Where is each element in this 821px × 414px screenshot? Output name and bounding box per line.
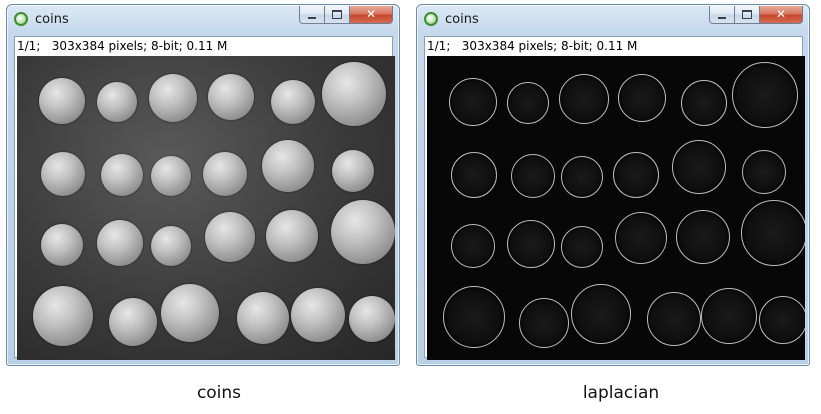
coin	[237, 292, 289, 344]
coin	[205, 212, 255, 262]
coin	[322, 62, 386, 126]
coin	[741, 200, 805, 266]
coin	[443, 286, 505, 348]
coin	[618, 74, 666, 122]
window-controls: ✕	[709, 6, 803, 26]
coin	[203, 152, 247, 196]
coin	[559, 74, 609, 124]
coin	[511, 154, 555, 198]
title-bar[interactable]: coins ✕	[417, 5, 809, 35]
coin	[676, 210, 730, 264]
coin	[561, 156, 603, 198]
coin	[672, 140, 726, 194]
window-laplacian[interactable]: coins ✕ 1/1; 303x384 pixels; 8-bit; 0.11…	[416, 4, 810, 366]
laplacian-image[interactable]	[427, 56, 805, 360]
window-coins[interactable]: coins ✕ 1/1; 303x384 pixels; 8-bit; 0.11…	[6, 4, 400, 366]
coin	[349, 296, 395, 342]
minimize-button[interactable]	[299, 6, 325, 24]
title-bar[interactable]: coins ✕	[7, 5, 399, 35]
coin	[451, 224, 495, 268]
maximize-icon	[332, 10, 342, 19]
coin	[41, 152, 85, 196]
coin	[109, 298, 157, 346]
coin	[701, 288, 757, 344]
close-button[interactable]: ✕	[759, 6, 803, 24]
image-panel: 1/1; 303x384 pixels; 8-bit; 0.11 M	[14, 36, 395, 360]
coin	[161, 284, 219, 342]
coin	[291, 288, 345, 342]
coin	[39, 78, 85, 124]
coin	[262, 140, 314, 192]
caption-laplacian: laplacian	[582, 383, 660, 403]
coin	[266, 210, 318, 262]
window-title: coins	[445, 12, 479, 27]
coin	[151, 226, 191, 266]
close-icon: ✕	[775, 7, 787, 21]
coin	[647, 292, 701, 346]
image-info: 1/1; 303x384 pixels; 8-bit; 0.11 M	[427, 39, 638, 53]
coin	[97, 220, 143, 266]
coin	[149, 74, 197, 122]
maximize-icon	[742, 10, 752, 19]
image-info: 1/1; 303x384 pixels; 8-bit; 0.11 M	[17, 39, 228, 53]
coin	[449, 78, 497, 126]
coin	[732, 62, 798, 128]
coin	[759, 296, 805, 344]
minimize-icon	[308, 16, 316, 19]
coins-image[interactable]	[17, 56, 395, 360]
coin	[451, 152, 497, 198]
coin	[615, 212, 667, 264]
app-icon	[14, 12, 28, 26]
coin	[151, 156, 191, 196]
window-controls: ✕	[299, 6, 393, 26]
coin	[613, 152, 659, 198]
minimize-icon	[718, 16, 726, 19]
coin	[742, 150, 786, 194]
coin	[97, 82, 137, 122]
close-button[interactable]: ✕	[349, 6, 393, 24]
coin	[271, 80, 315, 124]
coin	[33, 286, 93, 346]
app-icon	[424, 12, 438, 26]
minimize-button[interactable]	[709, 6, 735, 24]
coin	[331, 200, 395, 264]
maximize-button[interactable]	[324, 6, 350, 24]
coin	[561, 226, 603, 268]
coin	[332, 150, 374, 192]
coin	[101, 154, 143, 196]
close-icon: ✕	[365, 7, 377, 21]
caption-coins: coins	[196, 383, 242, 403]
coin	[507, 82, 549, 124]
image-panel: 1/1; 303x384 pixels; 8-bit; 0.11 M	[424, 36, 805, 360]
window-title: coins	[35, 12, 69, 27]
maximize-button[interactable]	[734, 6, 760, 24]
coin	[519, 298, 569, 348]
coin	[41, 224, 83, 266]
coin	[571, 284, 631, 344]
coin	[208, 74, 254, 120]
coin	[681, 80, 727, 126]
coin	[507, 220, 555, 268]
